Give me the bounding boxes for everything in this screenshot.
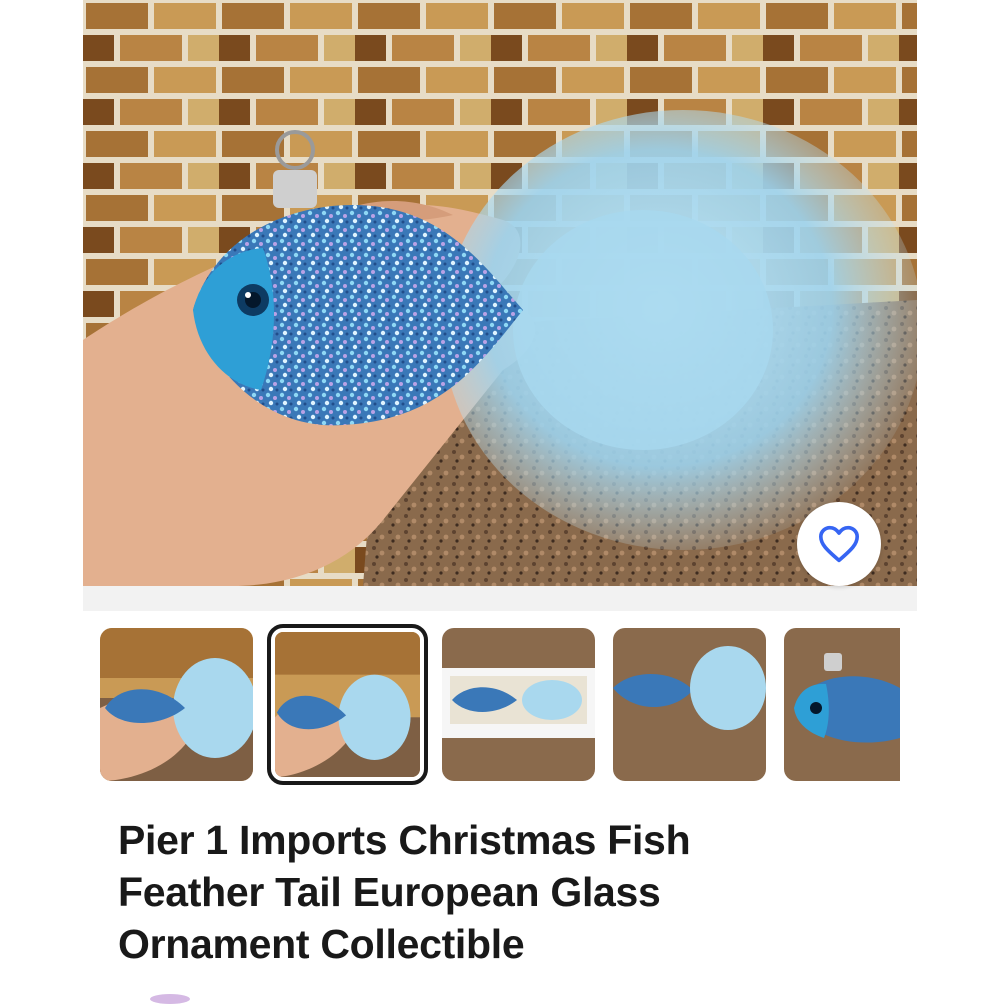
listing-title: Pier 1 Imports Christmas Fish Feather Ta… — [118, 817, 691, 967]
thumbnail-strip — [100, 624, 900, 785]
image-divider — [83, 586, 917, 611]
watchlist-button[interactable] — [797, 502, 881, 586]
avatar — [150, 994, 190, 1004]
thumbnail-fish-face[interactable] — [784, 628, 900, 781]
heart-outline-icon — [818, 525, 859, 563]
thumbnail-selected[interactable] — [267, 624, 428, 785]
main-product-image[interactable] — [83, 0, 917, 586]
thumbnail-fish-in-box[interactable] — [442, 628, 595, 781]
thumbnail-fish-in-hand[interactable] — [100, 628, 253, 781]
thumbnail-fish-on-counter[interactable] — [613, 628, 766, 781]
